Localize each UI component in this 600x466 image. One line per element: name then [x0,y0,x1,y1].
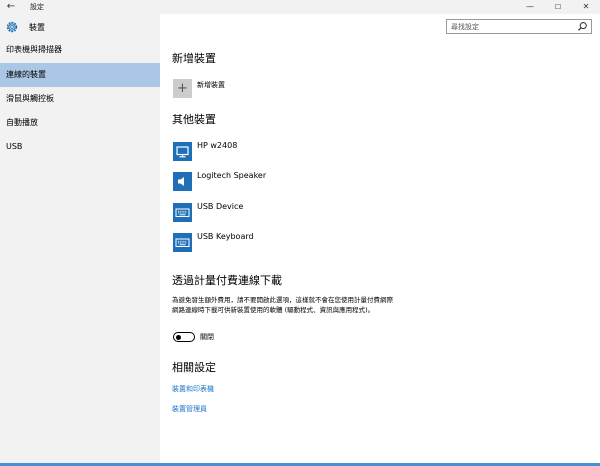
main-content: 新增裝置 + 新增裝置 其他裝置 HP w2408 Logitech Speak… [160,14,600,466]
sidebar-item-mouse-touchpad[interactable]: 滑鼠與觸控板 [0,87,160,111]
gear-icon [6,21,18,33]
search-icon[interactable] [577,21,588,32]
keyboard-icon [173,233,192,252]
sidebar-item-autoplay[interactable]: 自動播放 [0,111,160,135]
sidebar: 裝置 印表機與掃描器 連線的裝置 滑鼠與觸控板 自動播放 USB [0,14,160,466]
page-title: 裝置 [29,23,45,32]
speaker-icon [173,172,192,191]
sidebar-item-connected-devices[interactable]: 連線的裝置 [0,63,160,87]
back-arrow-icon[interactable]: ← [4,0,18,14]
window-title: 設定 [30,3,44,11]
keyboard-icon [173,203,192,222]
search-input[interactable] [447,20,575,33]
related-settings-heading: 相關設定 [172,361,216,374]
metered-description: 為避免發生額外費用，請不要開啟此選項，這樣就不會在您使用計量付費網際網路連線時下… [172,296,393,314]
device-usb-keyboard[interactable]: USB Keyboard [197,232,254,242]
add-device-button[interactable]: 新增裝置 [197,80,225,90]
toggle-knob [176,334,181,340]
sidebar-item-printers[interactable]: 印表機與掃描器 [0,38,160,62]
search-box [446,19,592,34]
metered-heading: 透過計量付費連線下載 [172,274,282,287]
minimize-icon[interactable]: — [516,0,544,14]
maximize-icon[interactable]: ☐ [544,0,572,14]
metered-toggle[interactable] [173,332,195,342]
devices-and-printers-link[interactable]: 裝置和印表機 [172,384,214,394]
device-usb-device[interactable]: USB Device [197,202,243,212]
sidebar-item-usb[interactable]: USB [0,135,160,159]
device-logitech-speaker[interactable]: Logitech Speaker [197,171,266,181]
sidebar-header: 裝置 [0,18,160,38]
toggle-state-label: 關閉 [200,333,214,341]
close-icon[interactable]: ✕ [572,0,600,14]
device-manager-link[interactable]: 裝置管理員 [172,404,207,414]
plus-icon[interactable]: + [173,79,192,98]
other-devices-heading: 其他裝置 [172,113,216,126]
monitor-icon [173,142,192,161]
device-hp-w2408[interactable]: HP w2408 [197,141,237,151]
add-device-heading: 新增裝置 [172,52,216,65]
title-bar: ← 設定 — ☐ ✕ [0,0,600,14]
